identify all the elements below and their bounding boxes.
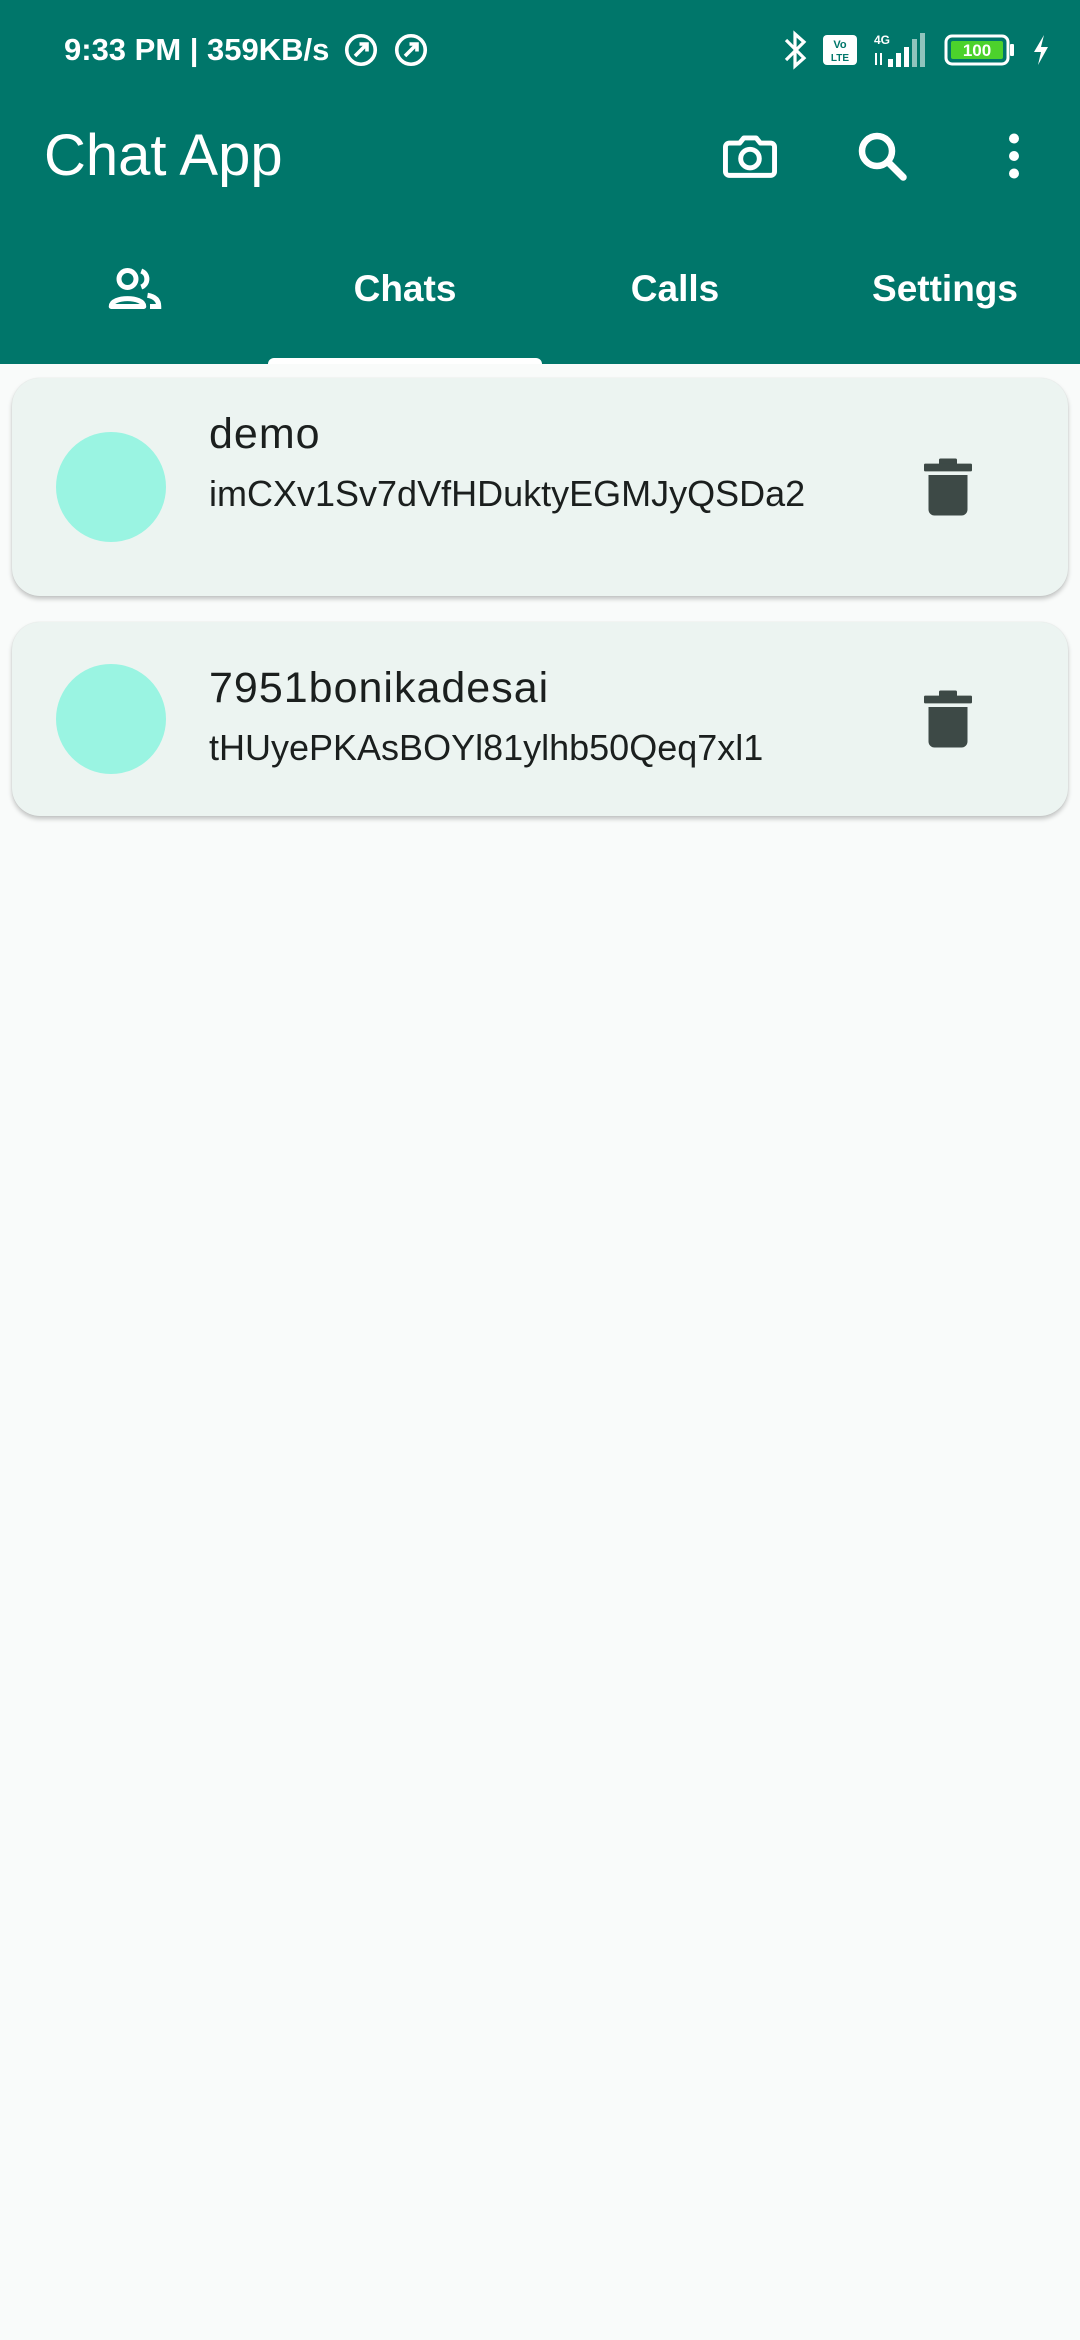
svg-text:LTE: LTE (831, 53, 849, 64)
group-icon (108, 267, 162, 309)
tab-bar: Chats Calls Settings (0, 226, 1080, 364)
more-options-button[interactable] (974, 116, 1054, 196)
chat-item[interactable]: 7951bonikadesai tHUyePKAsBOYl81ylhb50Qeq… (12, 622, 1068, 816)
delete-chat-button[interactable] (916, 455, 980, 519)
chat-name: demo (209, 410, 321, 458)
status-time-speed: 9:33 PM | 359KB/s (64, 32, 330, 67)
tab-contacts[interactable] (0, 226, 270, 364)
camera-button[interactable] (710, 116, 790, 196)
data-saver-icon (345, 33, 378, 67)
tab-settings[interactable]: Settings (810, 226, 1080, 364)
tab-indicator (268, 358, 542, 364)
battery-icon: 100 (944, 34, 1014, 66)
status-right: Vo LTE 4G 100 (782, 28, 1052, 72)
tab-chats[interactable]: Chats (270, 226, 540, 364)
more-vert-icon (1009, 133, 1019, 179)
volte-icon: Vo LTE (823, 35, 857, 65)
chat-user-id: tHUyePKAsBOYl81ylhb50Qeq7xl1 (209, 727, 764, 768)
avatar (56, 664, 166, 774)
toolbar: Chat App (0, 100, 1080, 212)
chat-text: demo imCXv1Sv7dVfHDuktyEGMJyQSDa2 (209, 404, 849, 521)
chat-item[interactable]: demo imCXv1Sv7dVfHDuktyEGMJyQSDa2 (12, 378, 1068, 596)
delete-chat-button[interactable] (916, 687, 980, 751)
search-button[interactable] (842, 116, 922, 196)
svg-text:100: 100 (963, 41, 991, 60)
chat-name: 7951bonikadesai (209, 664, 550, 712)
status-bar: 9:33 PM | 359KB/s Vo LTE 4G 100 (0, 0, 1080, 100)
app-title: Chat App (44, 123, 283, 188)
avatar (56, 432, 166, 542)
delete-icon (924, 690, 972, 748)
charging-icon (1034, 35, 1048, 65)
camera-icon (723, 135, 777, 178)
signal-icon: 4G (874, 33, 925, 67)
svg-text:Vo: Vo (833, 39, 847, 51)
chat-text: 7951bonikadesai tHUyePKAsBOYl81ylhb50Qeq… (209, 658, 849, 775)
bluetooth-icon (784, 30, 807, 70)
delete-icon (924, 458, 972, 516)
svg-text:4G: 4G (874, 33, 890, 47)
app-bar: 9:33 PM | 359KB/s Vo LTE 4G 100 Chat App… (0, 0, 1080, 364)
search-icon (858, 132, 907, 181)
tab-calls[interactable]: Calls (540, 226, 810, 364)
chat-user-id: imCXv1Sv7dVfHDuktyEGMJyQSDa2 (209, 473, 806, 514)
status-left: 9:33 PM | 359KB/s (64, 28, 429, 72)
sync-icon (395, 33, 428, 67)
